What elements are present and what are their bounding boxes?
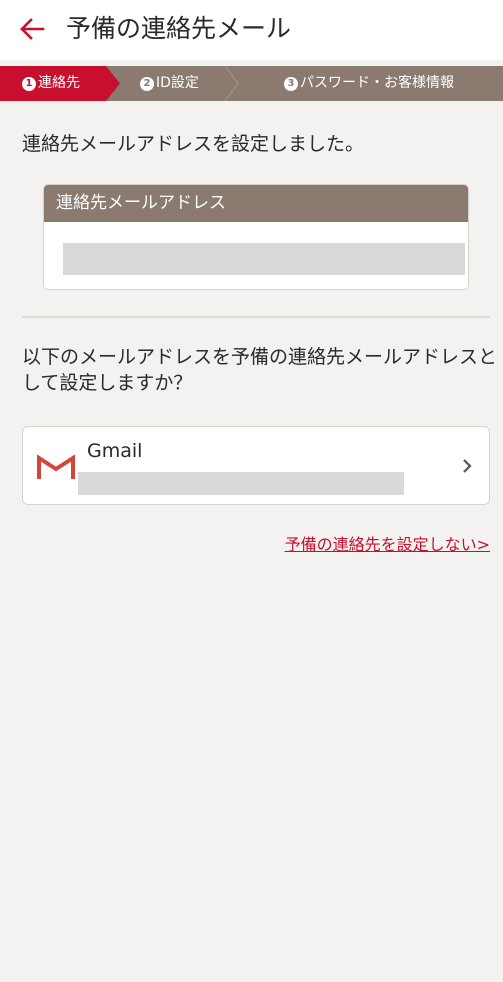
step-id-settings: 2 ID設定 xyxy=(140,66,199,101)
step-separator xyxy=(224,66,239,101)
step-contact: 1 連絡先 xyxy=(0,66,120,101)
divider xyxy=(22,316,490,318)
step-indicator: 1 連絡先 2 ID設定 3 パスワード・お客様情報 xyxy=(0,66,503,101)
page-title: 予備の連絡先メール xyxy=(66,14,292,43)
arrow-left-icon xyxy=(20,18,45,40)
step-number: 1 xyxy=(22,77,36,91)
step-label: パスワード・お客様情報 xyxy=(300,75,454,91)
email-address-redacted xyxy=(63,243,465,275)
step-label: ID設定 xyxy=(156,75,199,91)
step-password-info: 3 パスワード・お客様情報 xyxy=(284,66,454,101)
contact-email-card-title: 連絡先メールアドレス xyxy=(44,185,468,222)
gmail-label: Gmail xyxy=(87,440,143,462)
step-number: 2 xyxy=(140,77,154,91)
step-number: 3 xyxy=(284,77,298,91)
success-message: 連絡先メールアドレスを設定しました。 xyxy=(22,133,365,155)
gmail-address-redacted xyxy=(78,472,404,495)
gmail-icon xyxy=(37,454,75,479)
back-button[interactable] xyxy=(14,12,50,48)
app-header: 予備の連絡先メール xyxy=(0,0,503,60)
skip-backup-contact-link[interactable]: 予備の連絡先を設定しない> xyxy=(285,533,490,557)
contact-email-card: 連絡先メールアドレス xyxy=(43,184,469,290)
chevron-right-icon xyxy=(463,459,472,473)
step-label: 連絡先 xyxy=(38,75,80,91)
gmail-option-button[interactable]: Gmail xyxy=(22,426,490,505)
question-text: 以下のメールアドレスを予備の連絡先メールアドレスとして設定しますか？ xyxy=(22,346,498,394)
